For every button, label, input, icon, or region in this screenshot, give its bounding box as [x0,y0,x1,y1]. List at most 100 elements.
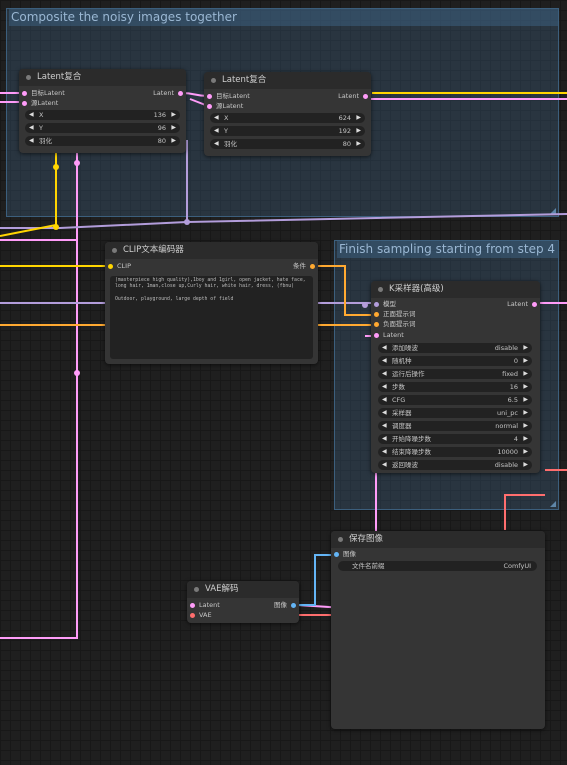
widget-feather[interactable]: ◀ 羽化 80 ▶ [25,136,180,146]
prompt-textarea[interactable]: (masterpiece high quality),1boy and 1gir… [110,276,313,359]
node-title: Latent复合 [37,72,82,82]
node-header[interactable]: Latent复合 [204,72,371,89]
increment-arrow-icon: ▶ [171,111,176,118]
increment-arrow-icon: ▶ [523,409,528,416]
wire-clip [0,150,57,237]
widget-x[interactable]: ◀ X 136 ▶ [25,110,180,120]
increment-arrow-icon: ▶ [523,370,528,377]
increment-arrow-icon: ▶ [523,422,528,429]
input-slot-positive[interactable]: 正面提示词 [374,310,416,319]
output-slot-latent[interactable]: Latent [153,89,183,98]
latent-composite-node-1[interactable]: Latent复合 目标Latent 源Latent Latent ◀ X 136 ▶ … [19,69,186,153]
decrement-arrow-icon: ◀ [382,448,387,455]
vae-decode-node[interactable]: VAE解码 Latent VAE 图像 [187,581,299,623]
decrement-arrow-icon: ◀ [214,127,219,134]
node-title: CLIP文本编码器 [123,245,184,255]
input-slot-vae[interactable]: VAE [190,611,212,620]
save-image-node[interactable]: 保存图像 图像 文件名前缀 ComfyUI [331,531,545,729]
widget-return-noise[interactable]: ◀ 返回噪波 disable ▶ [378,460,532,470]
node-header[interactable]: K采样器(高级) [371,281,540,298]
input-slot-latent[interactable]: Latent [374,331,404,340]
widget-x[interactable]: ◀ X 624 ▶ [210,113,365,123]
input-slot-source[interactable]: 源Latent [22,99,58,108]
reroute-point [53,224,59,230]
widget-y[interactable]: ◀ Y 96 ▶ [25,123,180,133]
input-slot-source[interactable]: 源Latent [207,102,243,111]
node-header[interactable]: 保存图像 [331,531,545,548]
node-title: 保存图像 [349,534,384,544]
input-slot-negative[interactable]: 负面提示词 [374,320,416,329]
increment-arrow-icon: ▶ [523,344,528,351]
reroute-point [74,370,80,376]
collapse-dot-icon[interactable] [211,78,216,83]
decrement-arrow-icon: ◀ [382,435,387,442]
increment-arrow-icon: ▶ [356,127,361,134]
decrement-arrow-icon: ◀ [382,357,387,364]
decrement-arrow-icon: ◀ [382,370,387,377]
node-title: VAE解码 [205,584,239,594]
widget-control-after-generate[interactable]: ◀ 运行后操作 fixed ▶ [378,369,532,379]
reroute-point [362,302,368,308]
output-slot-latent[interactable]: Latent [338,92,368,101]
widget-feather[interactable]: ◀ 羽化 80 ▶ [210,139,365,149]
widget-add-noise[interactable]: ◀ 添加噪波 disable ▶ [378,343,532,353]
increment-arrow-icon: ▶ [523,461,528,468]
increment-arrow-icon: ▶ [523,448,528,455]
wire-cond [314,265,376,316]
output-slot-conditioning[interactable]: 条件 [293,262,315,271]
increment-arrow-icon: ▶ [171,137,176,144]
reroute-point [74,160,80,166]
output-slot-image[interactable]: 图像 [274,601,296,610]
widget-seed[interactable]: ◀ 随机种 0 ▶ [378,356,532,366]
widget-sampler[interactable]: ◀ 采样器 uni_pc ▶ [378,408,532,418]
decrement-arrow-icon: ◀ [29,111,34,118]
clip-text-encode-node[interactable]: CLIP文本编码器 CLIP 条件 (masterpiece high qual… [105,242,318,364]
decrement-arrow-icon: ◀ [382,344,387,351]
collapse-dot-icon[interactable] [194,587,199,592]
decrement-arrow-icon: ◀ [214,140,219,147]
input-slot-latent[interactable]: Latent [190,601,220,610]
reroute-point [184,219,190,225]
increment-arrow-icon: ▶ [523,396,528,403]
widget-y[interactable]: ◀ Y 192 ▶ [210,126,365,136]
node-title: K采样器(高级) [389,284,444,294]
collapse-dot-icon[interactable] [112,248,117,253]
widget-scheduler[interactable]: ◀ 调度器 normal ▶ [378,421,532,431]
node-title: Latent复合 [222,75,267,85]
increment-arrow-icon: ▶ [523,383,528,390]
wire-latent [0,150,78,639]
decrement-arrow-icon: ◀ [29,124,34,131]
increment-arrow-icon: ▶ [356,114,361,121]
decrement-arrow-icon: ◀ [382,383,387,390]
node-header[interactable]: Latent复合 [19,69,186,86]
decrement-arrow-icon: ◀ [382,461,387,468]
decrement-arrow-icon: ◀ [382,409,387,416]
wire-model [0,213,567,229]
decrement-arrow-icon: ◀ [382,422,387,429]
collapse-dot-icon[interactable] [378,287,383,292]
decrement-arrow-icon: ◀ [29,137,34,144]
input-slot-clip[interactable]: CLIP [108,262,131,271]
ksampler-advanced-node[interactable]: K采样器(高级) 模型 正面提示词 负面提示词 Latent Latent ◀ 添… [371,281,540,473]
decrement-arrow-icon: ◀ [382,396,387,403]
input-slot-destination[interactable]: 目标Latent [207,92,250,101]
increment-arrow-icon: ▶ [171,124,176,131]
collapse-dot-icon[interactable] [338,537,343,542]
output-slot-latent[interactable]: Latent [507,300,537,309]
increment-arrow-icon: ▶ [356,140,361,147]
input-slot-model[interactable]: 模型 [374,300,396,309]
input-slot-destination[interactable]: 目标Latent [22,89,65,98]
node-header[interactable]: CLIP文本编码器 [105,242,318,259]
widget-steps[interactable]: ◀ 步数 16 ▶ [378,382,532,392]
widget-start-step[interactable]: ◀ 开始降噪步数 4 ▶ [378,434,532,444]
widget-end-step[interactable]: ◀ 结束降噪步数 10000 ▶ [378,447,532,457]
widget-filename-prefix[interactable]: 文件名前缀 ComfyUI [338,561,537,571]
reroute-point [53,164,59,170]
widget-cfg[interactable]: ◀ CFG 6.5 ▶ [378,395,532,405]
latent-composite-node-2[interactable]: Latent复合 目标Latent 源Latent Latent ◀ X 624 ▶ … [204,72,371,156]
collapse-dot-icon[interactable] [26,75,31,80]
wire-vae [504,494,545,530]
input-slot-image[interactable]: 图像 [334,550,356,559]
decrement-arrow-icon: ◀ [214,114,219,121]
node-header[interactable]: VAE解码 [187,581,299,598]
